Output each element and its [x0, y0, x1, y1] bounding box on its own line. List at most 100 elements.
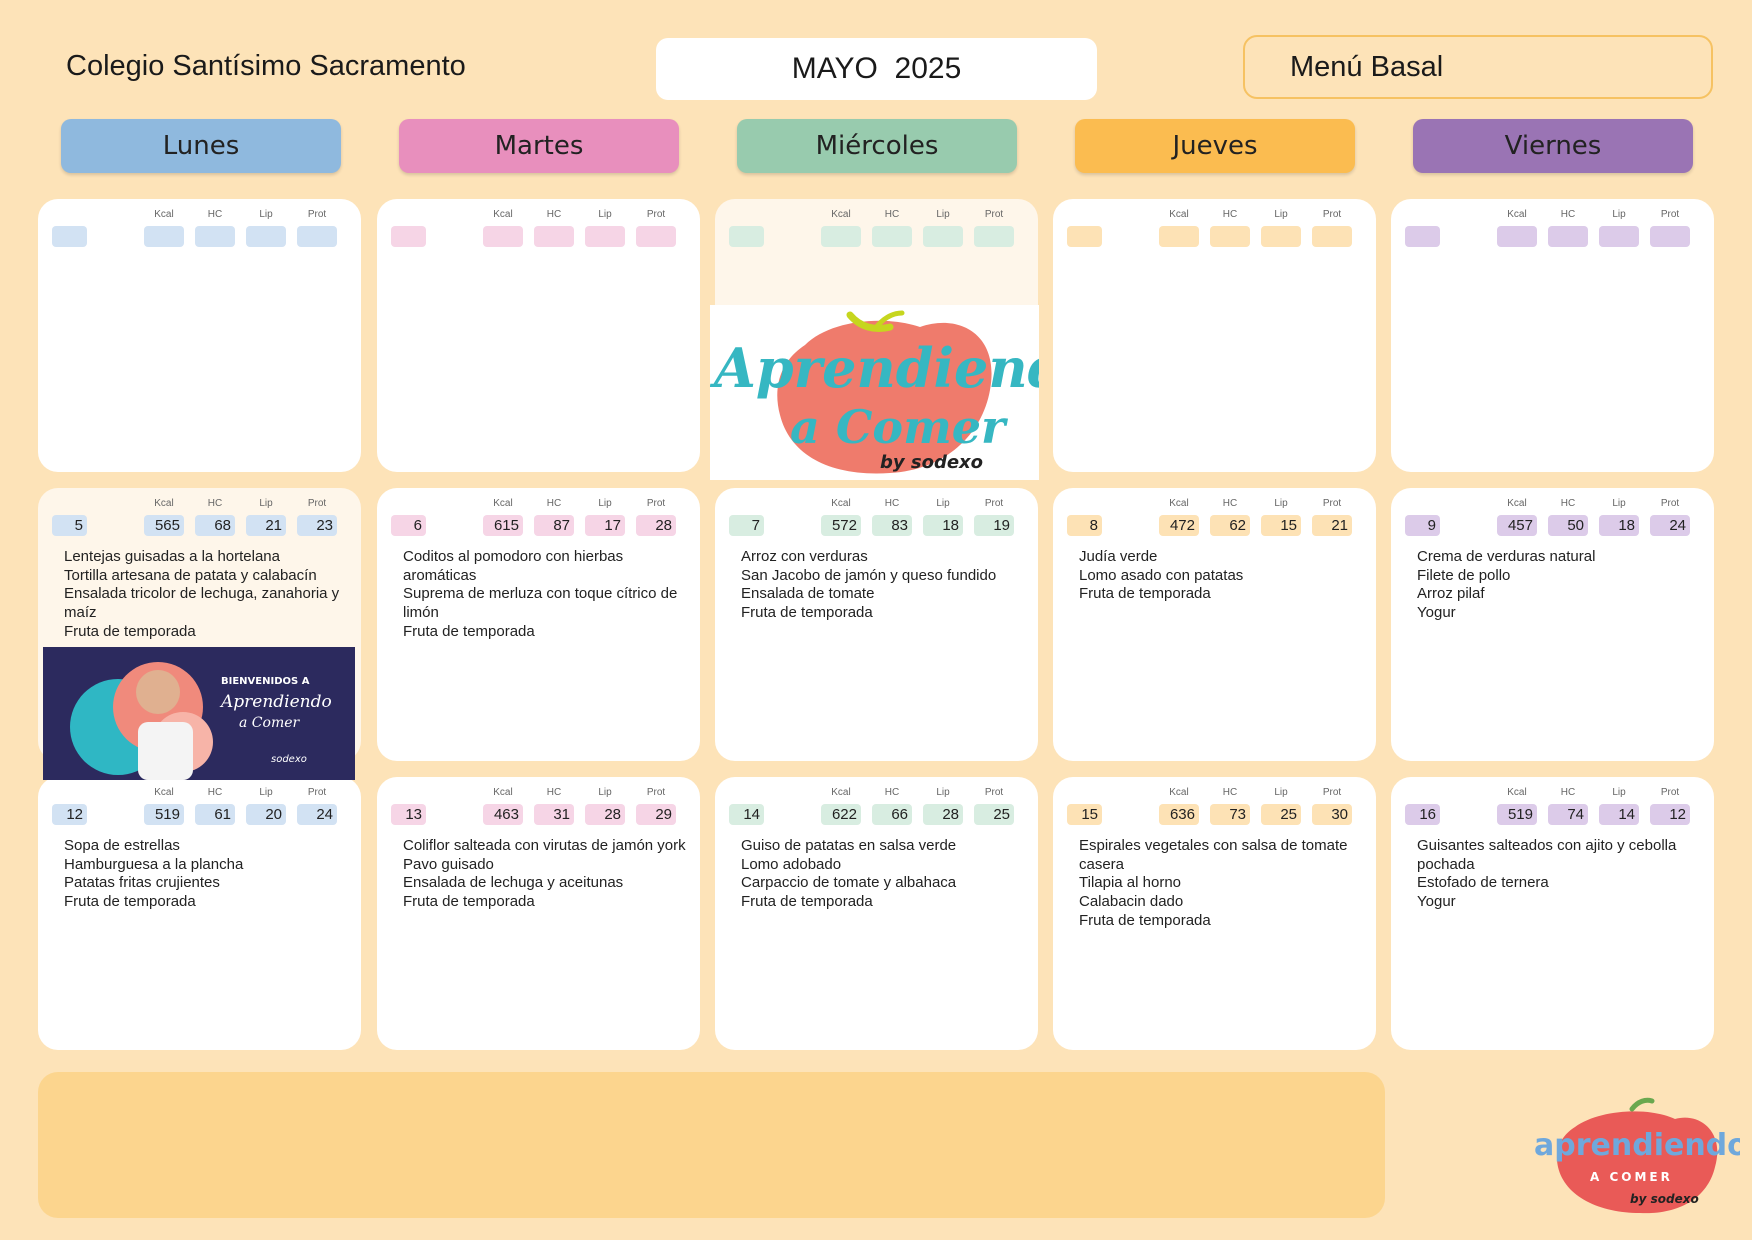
dish-item: Yogur — [1417, 893, 1456, 911]
nutrient-value-kcal: 565 — [144, 515, 184, 536]
dish-item: Patatas fritas crujientes — [64, 874, 220, 892]
nutrient-value-lip: 20 — [246, 804, 286, 825]
nutrient-label: HC — [546, 209, 562, 220]
nutrient-label: Kcal — [831, 787, 851, 798]
nutrient-value-kcal — [483, 226, 523, 247]
nutrient-label: HC — [884, 787, 900, 798]
dish-list: Crema de verduras natural Filete de pollo… — [1417, 548, 1711, 623]
nutrient-label: HC — [1560, 498, 1576, 509]
nutrient-label: HC — [1560, 209, 1576, 220]
nutrient-value-kcal: 572 — [821, 515, 861, 536]
nutrient-value-kcal — [144, 226, 184, 247]
dish-item: Fruta de temporada — [741, 893, 873, 911]
nutrient-value-hc: 61 — [195, 804, 235, 825]
dish-item: Coditos al pomodoro con hierbas aromátic… — [403, 548, 624, 584]
nutrient-label: Lip — [598, 209, 612, 220]
nutrient-value-prot: 19 — [974, 515, 1014, 536]
nutrient-value-hc: 68 — [195, 515, 235, 536]
date-chip: 14 — [729, 804, 764, 825]
nutrient-label: HC — [207, 787, 223, 798]
day-header-3: Jueves — [1075, 119, 1355, 173]
nutrient-value-lip: 15 — [1261, 515, 1301, 536]
dish-item: Espirales vegetales con salsa de tomate … — [1079, 837, 1348, 873]
dish-item: Lomo adobado — [741, 855, 842, 873]
nutrient-value-prot: 24 — [1650, 515, 1690, 536]
nutrient-label: Prot — [1322, 209, 1342, 220]
dish-item: Calabacin dado — [1079, 893, 1184, 911]
nutrient-label: Prot — [307, 498, 327, 509]
nutrient-label: Lip — [1612, 498, 1626, 509]
nutrient-value-kcal — [1159, 226, 1199, 247]
school-name: Colegio Santísimo Sacramento — [66, 50, 466, 82]
nutrient-label: Kcal — [1169, 787, 1189, 798]
date-chip: 13 — [391, 804, 426, 825]
day-card: Kcal HC Lip Prot — [1391, 199, 1714, 472]
day-card: Kcal HC Lip Prot 9 457 50 18 24 Crema de verduras… — [1391, 488, 1714, 761]
nutrient-value-hc — [872, 226, 912, 247]
dish-list: Guisantes salteados con ajito y cebolla … — [1417, 837, 1711, 912]
nutrient-label: HC — [207, 498, 223, 509]
nutrient-value-lip: 28 — [923, 804, 963, 825]
date-chip: 7 — [729, 515, 764, 536]
nutrient-value-prot — [974, 226, 1014, 247]
nutrient-label: Prot — [1322, 787, 1342, 798]
small-apple-logo-graphic: aprendiendo A COMER by sodexo — [1534, 1097, 1748, 1214]
dish-item: Crema de verduras natural — [1417, 548, 1596, 565]
day-card: Kcal HC Lip Prot — [1053, 199, 1376, 472]
month-title: MAYO 2025 — [656, 38, 1097, 100]
nutrient-label: Lip — [1274, 209, 1288, 220]
nutrient-label: Prot — [984, 498, 1004, 509]
nutrient-value-kcal: 457 — [1497, 515, 1537, 536]
date-chip — [729, 226, 764, 247]
nutrient-label: Prot — [646, 498, 666, 509]
nutrient-label: Kcal — [1169, 209, 1189, 220]
logo-word1: Aprendiendo — [710, 336, 1039, 400]
nutrient-value-kcal: 463 — [483, 804, 523, 825]
banner-brand: sodexo — [271, 754, 307, 765]
nutrient-label: Lip — [936, 209, 950, 220]
nutrient-value-hc — [195, 226, 235, 247]
nutrient-label: Prot — [984, 787, 1004, 798]
nutrient-value-hc: 66 — [872, 804, 912, 825]
nutrient-label: Prot — [1322, 498, 1342, 509]
nutrient-label: Kcal — [154, 209, 174, 220]
dish-item: Estofado de ternera — [1417, 874, 1549, 892]
dish-item: Fruta de temporada — [403, 622, 535, 640]
dish-item: Guisantes salteados con ajito y cebolla … — [1417, 837, 1677, 873]
day-header-0: Lunes — [61, 119, 341, 173]
nutrient-label: HC — [546, 498, 562, 509]
nutrient-value-prot: 24 — [297, 804, 337, 825]
nutrient-value-lip — [1599, 226, 1639, 247]
nutrient-value-lip — [923, 226, 963, 247]
day-card: Kcal HC Lip Prot 14 622 66 28 25 Guiso de patatas… — [715, 777, 1038, 1050]
nutrient-value-hc — [534, 226, 574, 247]
day-card: Kcal HC Lip Prot — [377, 199, 700, 472]
dish-item: Tortilla artesana de patata y calabacín — [64, 566, 317, 584]
dish-item: Fruta de temporada — [64, 622, 196, 640]
nutrient-value-prot: 12 — [1650, 804, 1690, 825]
nutrient-value-lip: 21 — [246, 515, 286, 536]
welcome-banner: BIENVENIDOS A Aprendiendo a Comer sodexo — [43, 647, 355, 780]
nutrient-label: Prot — [984, 209, 1004, 220]
dish-item: Guiso de patatas en salsa verde — [741, 837, 957, 854]
nutrient-value-hc: 31 — [534, 804, 574, 825]
nutrient-value-prot — [636, 226, 676, 247]
nutrient-value-hc — [1548, 226, 1588, 247]
nutrient-label: Prot — [307, 787, 327, 798]
nutrient-value-kcal — [1497, 226, 1537, 247]
date-chip: 5 — [52, 515, 87, 536]
logo-word2: a Comer — [790, 400, 1009, 454]
nutrient-label: Lip — [598, 787, 612, 798]
nutrient-label: Prot — [1660, 498, 1680, 509]
nutrient-value-lip: 25 — [1261, 804, 1301, 825]
dish-item: Pavo guisado — [403, 855, 494, 873]
nutrient-label: Kcal — [493, 787, 513, 798]
date-chip: 8 — [1067, 515, 1102, 536]
nutrient-label: Kcal — [1507, 209, 1527, 220]
day-card: Kcal HC Lip Prot 6 615 87 17 28 Coditos al pomodo… — [377, 488, 700, 761]
nutrient-value-prot — [1312, 226, 1352, 247]
nutrient-label: Prot — [646, 787, 666, 798]
day-header-1: Martes — [399, 119, 679, 173]
dish-item: Yogur — [1417, 604, 1456, 622]
nutrient-value-prot: 25 — [974, 804, 1014, 825]
